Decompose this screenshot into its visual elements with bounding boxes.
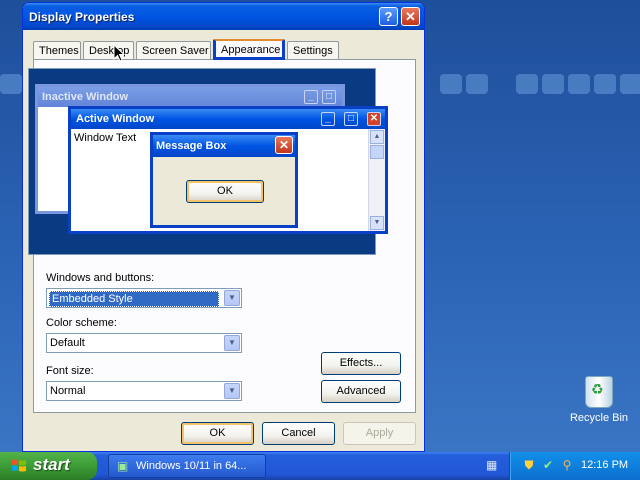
tab-desktop[interactable]: Desktop	[83, 41, 134, 59]
advanced-button[interactable]: Advanced	[321, 380, 401, 403]
taskbar-item-label: Windows 10/11 in 64...	[136, 460, 247, 472]
inactive-window-titlebar: Inactive Window _ □	[38, 87, 342, 107]
recycle-bin[interactable]: Recycle Bin	[568, 376, 630, 424]
active-window-titlebar: Active Window _ □ ✕	[71, 109, 385, 129]
desktop-tile	[516, 74, 538, 94]
desktop-tile	[440, 74, 462, 94]
windows-flag-icon	[12, 459, 26, 472]
maximize-icon: □	[322, 90, 336, 104]
desktop-tile	[542, 74, 564, 94]
font-size-label: Font size:	[46, 365, 94, 377]
tab-settings[interactable]: Settings	[287, 41, 339, 59]
color-scheme-value: Default	[50, 337, 85, 349]
scroll-down-icon: ▼	[370, 216, 384, 230]
help-button[interactable]: ?	[379, 7, 398, 26]
desktop-tile	[568, 74, 590, 94]
active-window-title: Active Window	[76, 113, 155, 125]
effects-button[interactable]: Effects...	[321, 352, 401, 375]
color-scheme-label: Color scheme:	[46, 317, 117, 329]
message-box-titlebar: Message Box ✕	[153, 135, 295, 157]
system-tray: ⛊ ✔ ⚲ 12:16 PM	[509, 452, 640, 480]
desktop-tile	[0, 74, 22, 94]
taskbar-item-display-properties[interactable]: ▣ Windows 10/11 in 64...	[108, 454, 266, 478]
minimize-icon: _	[304, 90, 318, 104]
mouse-cursor-icon	[113, 43, 126, 66]
scroll-thumb	[370, 145, 384, 159]
inactive-window-title: Inactive Window	[42, 91, 129, 103]
close-icon: ✕	[367, 112, 381, 126]
message-box-title: Message Box	[156, 140, 227, 152]
tab-screen-saver[interactable]: Screen Saver	[136, 41, 211, 59]
windows-buttons-value: Embedded Style	[49, 291, 219, 307]
minimize-icon: _	[321, 112, 335, 126]
chevron-down-icon[interactable]: ▼	[224, 383, 240, 399]
start-button[interactable]: start	[0, 452, 97, 480]
windows-buttons-label: Windows and buttons:	[46, 272, 155, 284]
scroll-up-icon: ▲	[370, 130, 384, 144]
ok-button[interactable]: OK	[181, 422, 254, 445]
chevron-down-icon[interactable]: ▼	[224, 290, 240, 306]
tab-themes[interactable]: Themes	[33, 41, 81, 59]
desktop-tile	[620, 74, 640, 94]
preview-scrollbar: ▲ ▼	[368, 129, 385, 231]
desktop-tile	[594, 74, 616, 94]
recycle-bin-icon	[585, 376, 613, 408]
maximize-icon: □	[344, 112, 358, 126]
chevron-down-icon[interactable]: ▼	[224, 335, 240, 351]
window-text: Window Text	[74, 132, 137, 144]
monitor-icon: ▣	[117, 459, 129, 473]
cancel-button[interactable]: Cancel	[262, 422, 335, 445]
preview-ok-button: OK	[186, 180, 264, 203]
tab-appearance[interactable]: Appearance	[213, 39, 285, 60]
start-label: start	[33, 455, 70, 474]
apply-button[interactable]: Apply	[343, 422, 416, 445]
desktop-tile	[466, 74, 488, 94]
preview-message-box: Message Box ✕ OK	[150, 132, 298, 228]
clock: 12:16 PM	[581, 459, 629, 471]
dialog-title: Display Properties	[29, 10, 135, 24]
taskbar: start ▣ Windows 10/11 in 64... ▦ ⛊ ✔ ⚲ 1…	[0, 452, 640, 480]
recycle-bin-label: Recycle Bin	[569, 412, 629, 424]
keyboard-icon[interactable]: ▦	[486, 459, 500, 471]
security-shield-icon[interactable]: ⛊	[522, 458, 536, 472]
dialog-titlebar[interactable]: Display Properties ? ✕	[23, 3, 424, 30]
close-icon: ✕	[275, 136, 293, 154]
color-scheme-select[interactable]: Default ▼	[46, 333, 242, 353]
network-icon[interactable]: ✔	[541, 458, 555, 472]
font-size-value: Normal	[50, 385, 86, 397]
close-button[interactable]: ✕	[401, 7, 420, 26]
font-size-select[interactable]: Normal ▼	[46, 381, 242, 401]
search-icon[interactable]: ⚲	[560, 458, 574, 472]
windows-buttons-select[interactable]: Embedded Style ▼	[46, 288, 242, 308]
